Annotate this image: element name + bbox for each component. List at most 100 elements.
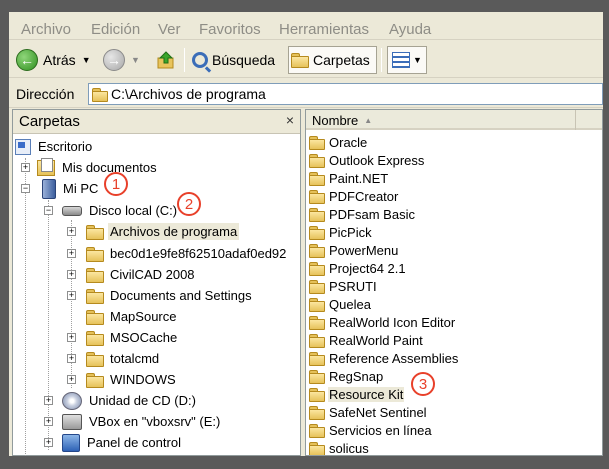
file-item[interactable]: solicus [309,439,370,455]
file-item[interactable]: Servicios en línea [309,421,433,439]
folders-label: Carpetas [313,52,370,68]
file-item-label: Outlook Express [329,152,425,168]
tree-item-windows[interactable]: WINDOWS [86,369,178,390]
menu-ayuda[interactable]: Ayuda [389,21,431,38]
folders-button[interactable]: Carpetas [288,46,377,74]
file-item[interactable]: Outlook Express [309,151,425,169]
file-item-label: RealWorld Icon Editor [329,314,456,330]
files-pane: Nombre ▲ Oracle Outlook Express Paint.NE… [305,109,603,456]
folder-icon [309,154,325,168]
file-item-label: Paint.NET [329,170,389,186]
tree-item-vbox[interactable]: VBox en "vboxsrv" (E:) [62,411,222,432]
my-documents-icon [37,157,55,176]
folder-icon [86,267,104,283]
expand-icon[interactable]: + [67,354,76,363]
tree-item-archivos-de-programa[interactable]: Archivos de programa [86,221,240,242]
file-item[interactable]: Oracle [309,133,368,151]
tree-item-bec0d1e9[interactable]: bec0d1e9fe8f62510adaf0ed92 [86,243,288,264]
forward-button[interactable]: → ▼ [103,46,140,74]
folders-pane-title: Carpetas [19,113,80,130]
tree-item-escritorio[interactable]: Escritorio [15,136,94,157]
menu-herramientas[interactable]: Herramientas [279,21,369,38]
tree-item-label: bec0d1e9fe8f62510adaf0ed92 [110,246,287,261]
tree-item-label: CivilCAD 2008 [110,267,195,282]
folder-icon [86,351,104,367]
tree-item-totalcmd[interactable]: totalcmd [86,348,161,369]
file-item[interactable]: PDFsam Basic [309,205,416,223]
file-item[interactable]: PicPick [309,223,373,241]
back-label: Atrás [43,52,76,68]
file-item-label: PowerMenu [329,242,399,258]
up-button[interactable] [157,46,175,74]
tree-item-label: totalcmd [110,351,160,366]
close-icon[interactable]: × [286,112,294,128]
tree-item-mapsource[interactable]: MapSource [86,306,178,327]
folder-icon [309,334,325,348]
menu-ver[interactable]: Ver [158,21,181,38]
file-item-label: PDFCreator [329,188,399,204]
file-item[interactable]: Project64 2.1 [309,259,407,277]
tree-item-label: Panel de control [87,435,181,450]
address-value: C:\Archivos de programa [111,86,266,102]
back-button[interactable]: ← Atrás ▼ [16,46,91,74]
explorer-window: Archivo Edición Ver Favoritos Herramient… [9,12,603,456]
file-item[interactable]: PDFCreator [309,187,399,205]
search-button[interactable]: Búsqueda [192,46,275,74]
folder-icon [309,226,325,240]
expand-icon[interactable]: + [44,396,53,405]
menu-edicion[interactable]: Edición [91,21,140,38]
tree-item-msocache[interactable]: MSOCache [86,327,179,348]
file-item[interactable]: PSRUTI [309,277,378,295]
file-item[interactable]: RegSnap [309,367,384,385]
tree-item-documents-and-settings[interactable]: Documents and Settings [86,285,254,306]
tree-item-panel-de-control[interactable]: Panel de control [62,432,183,453]
back-dropdown-icon[interactable]: ▼ [82,55,91,65]
file-item[interactable]: Quelea [309,295,372,313]
expand-icon[interactable]: + [67,333,76,342]
expand-icon[interactable]: + [67,291,76,300]
name-column-header[interactable]: Nombre ▲ [306,110,576,130]
address-input[interactable]: C:\Archivos de programa [88,83,603,105]
tree-item-disco-local[interactable]: Disco local (C:) [62,200,179,221]
file-item[interactable]: SafeNet Sentinel [309,403,428,421]
tree-item-label: MapSource [110,309,177,324]
folder-icon [86,372,104,388]
file-item[interactable]: Paint.NET [309,169,389,187]
expand-icon[interactable]: + [67,270,76,279]
forward-dropdown-icon[interactable]: ▼ [131,55,140,65]
expand-icon[interactable]: + [44,438,53,447]
menu-archivo[interactable]: Archivo [21,21,71,38]
tree-item-mis-documentos[interactable]: Mis documentos [37,157,159,178]
folder-icon [309,388,325,402]
menu-bar: Archivo Edición Ver Favoritos Herramient… [9,12,603,40]
folder-icon [309,370,325,384]
tree-item-mi-pc[interactable]: Mi PC [42,178,100,199]
expand-icon[interactable]: + [21,163,30,172]
folder-icon [309,262,325,276]
collapse-icon[interactable]: − [44,206,53,215]
search-icon [192,52,208,68]
expand-icon[interactable]: + [67,249,76,258]
computer-icon [42,178,56,199]
file-item-label: Resource Kit [328,386,405,402]
file-item-label: RegSnap [329,368,384,384]
folder-icon [86,288,104,304]
file-item[interactable]: RealWorld Paint [309,331,424,349]
file-item[interactable]: Resource Kit [309,385,405,403]
folder-icon [92,88,108,102]
expand-icon[interactable]: + [44,417,53,426]
tree-item-civilcad[interactable]: CivilCAD 2008 [86,264,197,285]
tree-item-unidad-cd[interactable]: Unidad de CD (D:) [62,390,198,411]
views-icon [392,52,410,68]
file-item-label: SafeNet Sentinel [329,404,427,420]
file-item[interactable]: RealWorld Icon Editor [309,313,456,331]
collapse-icon[interactable]: − [21,184,30,193]
file-item[interactable]: PowerMenu [309,241,399,259]
expand-icon[interactable]: + [67,227,76,236]
folder-icon [309,244,325,258]
menu-favoritos[interactable]: Favoritos [199,21,261,38]
file-item[interactable]: Reference Assemblies [309,349,459,367]
tree-line [25,158,26,456]
expand-icon[interactable]: + [67,375,76,384]
views-button[interactable]: ▼ [387,46,427,74]
